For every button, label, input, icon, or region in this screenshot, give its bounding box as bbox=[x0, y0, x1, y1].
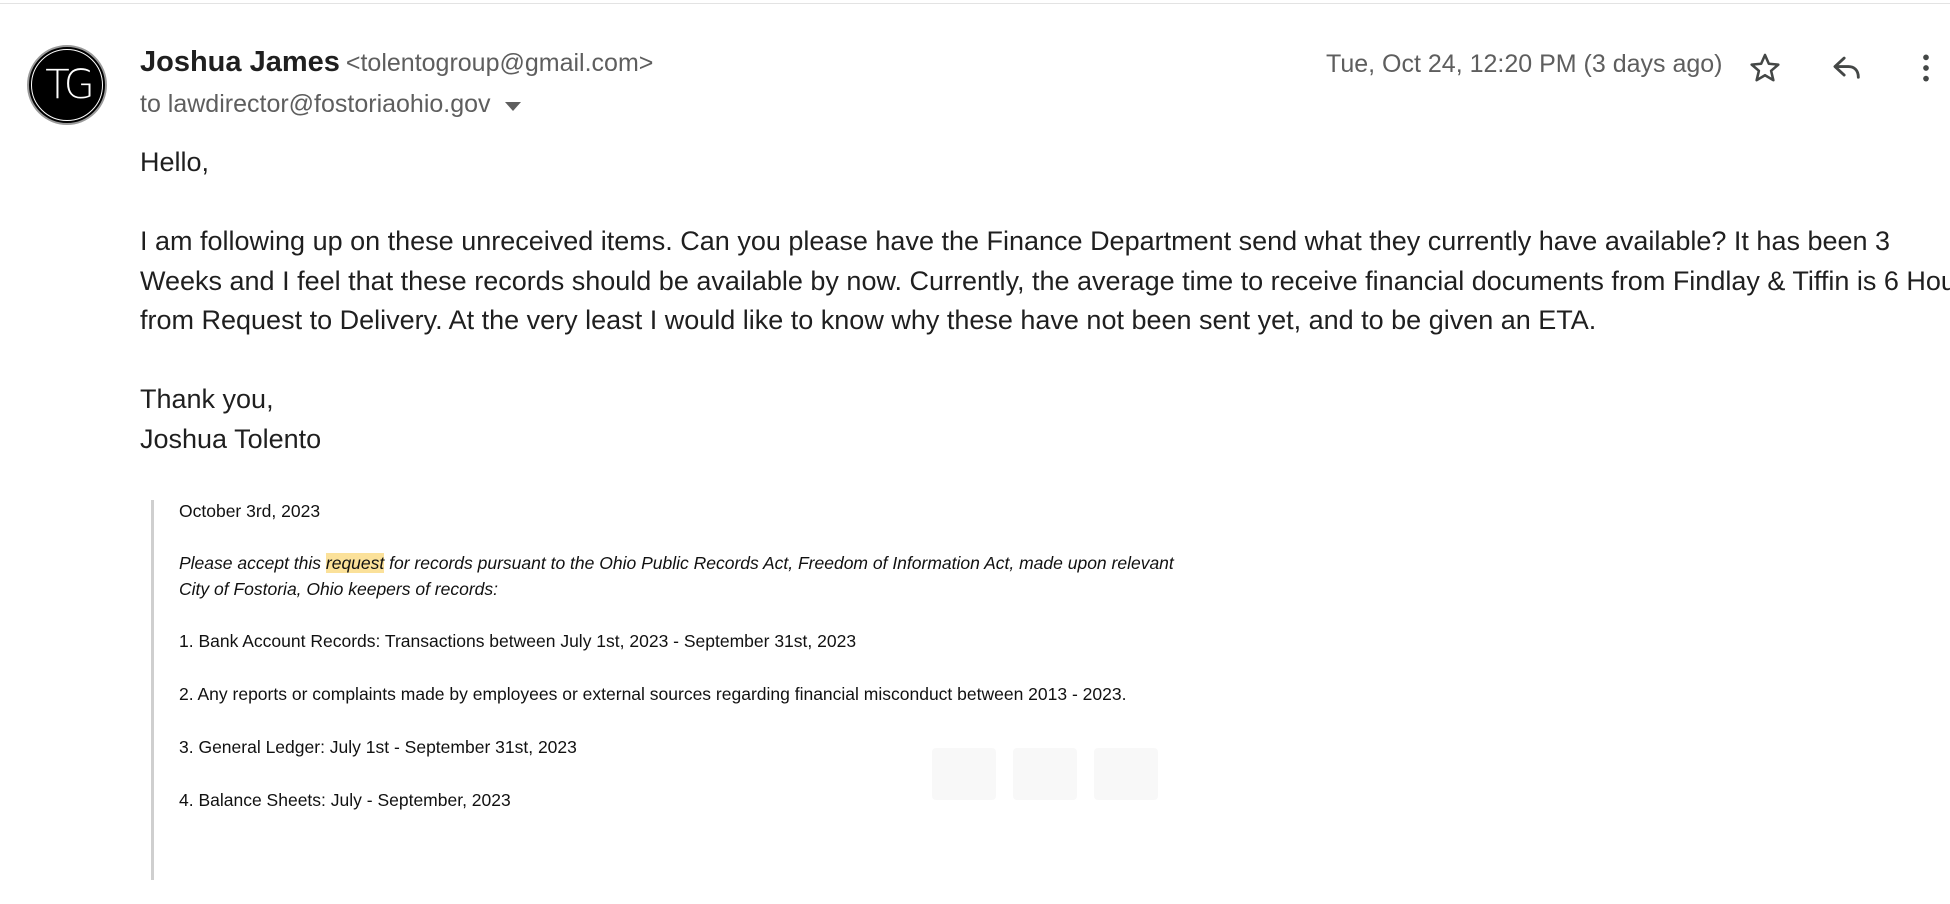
star-icon bbox=[1750, 53, 1780, 82]
body-paragraph-line-2: Weeks and I feel that these records shou… bbox=[140, 265, 1950, 296]
body-paragraph-line-3: from Request to Delivery. At the very le… bbox=[140, 305, 1597, 335]
greeting: Hello, bbox=[140, 147, 210, 177]
reply-button[interactable] bbox=[1823, 44, 1871, 92]
quoted-message: October 3rd, 2023 Please accept this req… bbox=[151, 500, 1174, 880]
quoted-intro-pre: Please accept this bbox=[179, 553, 326, 573]
sender-line: Joshua James <tolentogroup@gmail.com> bbox=[140, 46, 653, 79]
recipients-line: to lawdirector@fostoriaohio.gov bbox=[140, 90, 521, 119]
message-body: Hello, I am following up on these unrece… bbox=[140, 143, 1950, 459]
star-button[interactable] bbox=[1741, 44, 1789, 92]
email-message-view: TG Joshua James <tolentogroup@gmail.com> … bbox=[0, 0, 1950, 904]
quoted-intro-post: for records pursuant to the Ohio Public … bbox=[384, 553, 1174, 573]
quoted-item-3: 3. General Ledger: July 1st - September … bbox=[179, 737, 577, 757]
sender-email: <tolentogroup@gmail.com> bbox=[345, 49, 654, 77]
quoted-item-2: 2. Any reports or complaints made by emp… bbox=[179, 684, 1127, 704]
highlighted-search-term: request bbox=[325, 553, 385, 573]
faded-overlay-control bbox=[1094, 748, 1158, 800]
more-options-button[interactable] bbox=[1902, 44, 1950, 92]
faded-overlay-control bbox=[1013, 748, 1077, 800]
avatar-initials: TG bbox=[31, 49, 103, 121]
top-divider bbox=[0, 3, 1950, 4]
more-vert-icon bbox=[1923, 54, 1929, 82]
faded-overlay-control bbox=[932, 748, 996, 800]
closing: Thank you, bbox=[140, 384, 274, 414]
recipient-details-dropdown-icon[interactable] bbox=[504, 101, 521, 111]
quoted-intro-line-2: City of Fostoria, Ohio keepers of record… bbox=[179, 579, 499, 599]
quoted-item-4: 4. Balance Sheets: July - September, 202… bbox=[179, 790, 511, 810]
body-paragraph-line-1: I am following up on these unreceived it… bbox=[140, 226, 1891, 256]
recipient-text: to lawdirector@fostoriaohio.gov bbox=[140, 90, 491, 118]
quoted-item-1: 1. Bank Account Records: Transactions be… bbox=[179, 631, 857, 651]
sender-name[interactable]: Joshua James bbox=[140, 46, 340, 78]
quoted-intro-line-1: Please accept this request for records p… bbox=[179, 550, 1174, 576]
sender-avatar[interactable]: TG bbox=[27, 45, 107, 125]
quoted-date: October 3rd, 2023 bbox=[179, 501, 321, 521]
signature: Joshua Tolento bbox=[140, 423, 322, 454]
reply-icon bbox=[1833, 56, 1860, 79]
message-date: Tue, Oct 24, 12:20 PM (3 days ago) bbox=[1326, 50, 1723, 78]
